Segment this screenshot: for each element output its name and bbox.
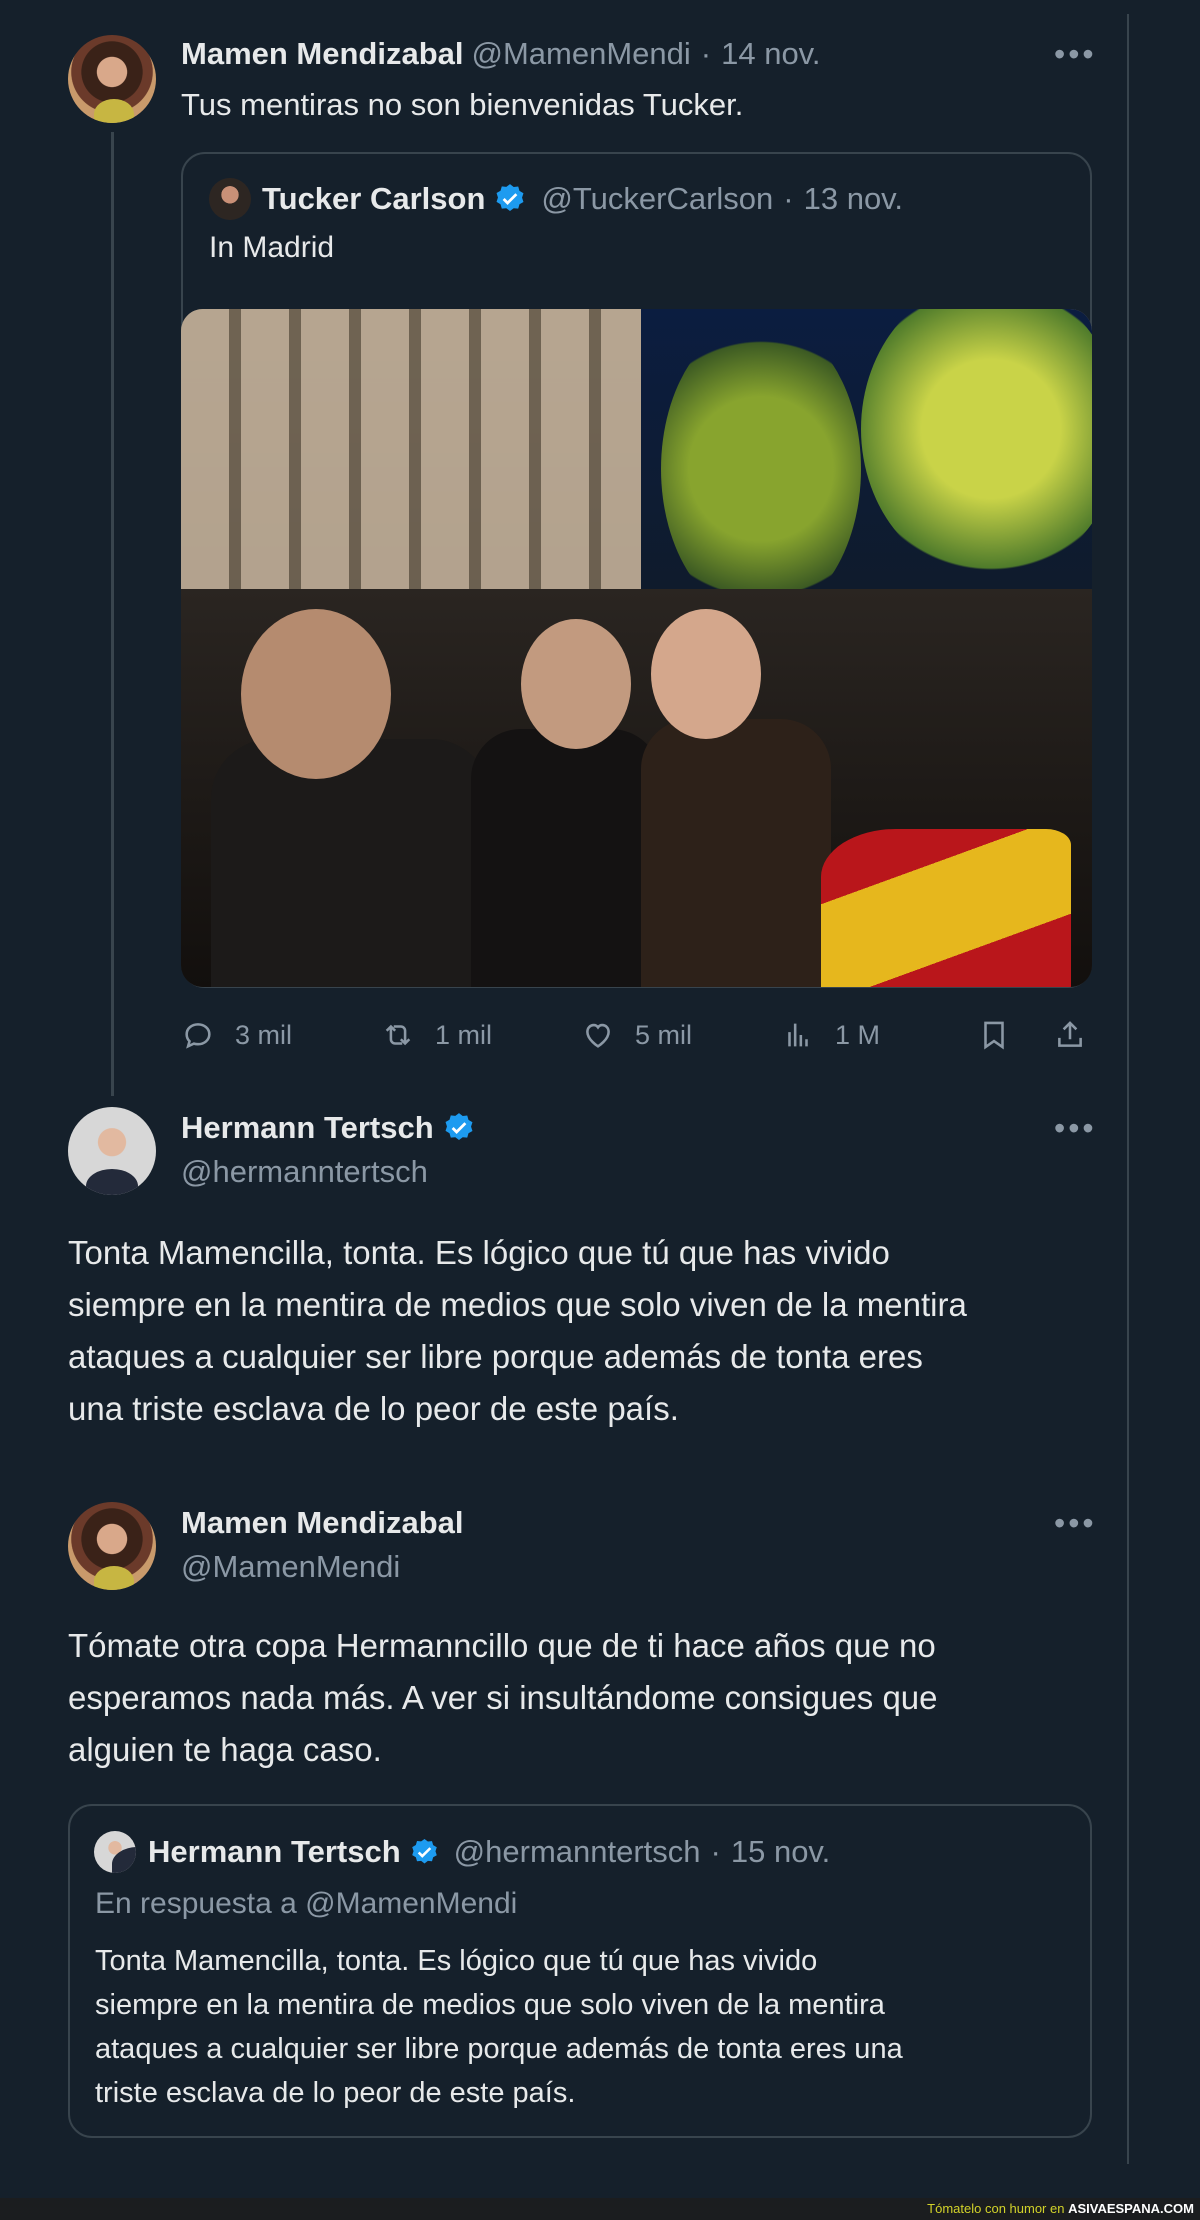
tweet-text: Tonta Mamencilla, tonta. Es lógico que t…: [68, 1227, 967, 1435]
quoted-tweet-header: Hermann Tertsch @hermanntertsch · 15 nov…: [148, 1834, 830, 1870]
author-name[interactable]: Mamen Mendizabal: [181, 36, 464, 72]
footer-site-link[interactable]: ASIVAESPANA.COM: [1068, 2201, 1194, 2216]
tweet-photo[interactable]: [181, 309, 1092, 987]
tweet-actions: 3 mil 1 mil 5 mil 1 M: [181, 1010, 1092, 1060]
tweet-date[interactable]: 14 nov.: [721, 36, 820, 72]
photo-person: [211, 739, 491, 987]
tweet-handle-line: @MamenMendi: [181, 1549, 400, 1585]
column-border: [1127, 14, 1129, 2164]
reply-count: 3 mil: [235, 1019, 293, 1050]
author-handle[interactable]: @MamenMendi: [181, 1549, 400, 1585]
verified-badge-icon: [445, 1113, 473, 1141]
quoted-text-line: ataques a cualquier ser libre porque ade…: [95, 2033, 903, 2065]
share-icon: [1058, 1021, 1082, 1047]
photo-face: [521, 619, 631, 749]
tweet-header: Mamen Mendizabal: [181, 1505, 464, 1541]
photo-face: [651, 609, 761, 739]
quoted-author-name[interactable]: Tucker Carlson: [262, 181, 485, 217]
repost-button[interactable]: 1 mil: [381, 1010, 492, 1060]
separator-dot: ·: [783, 181, 794, 216]
views-button[interactable]: 1 M: [781, 1010, 880, 1060]
author-name[interactable]: Hermann Tertsch: [181, 1110, 434, 1146]
tweet-header: Hermann Tertsch: [181, 1110, 476, 1146]
tweet-text-line: Tonta Mamencilla, tonta. Es lógico que t…: [68, 1234, 890, 1271]
quoted-tweet-date[interactable]: 13 nov.: [804, 181, 903, 217]
avatar-mamen-mendizabal[interactable]: [68, 35, 156, 123]
verified-badge-icon: [496, 184, 524, 212]
quoted-text-line: siempre en la mentira de medios que solo…: [95, 1989, 885, 2021]
reply-context[interactable]: En respuesta a @MamenMendi: [95, 1884, 517, 1924]
tweet-text-line: siempre en la mentira de medios que solo…: [68, 1286, 967, 1323]
quoted-text-line: Tonta Mamencilla, tonta. Es lógico que t…: [95, 1945, 818, 1977]
avatar-tucker-carlson[interactable]: [209, 178, 251, 220]
author-handle[interactable]: @MamenMendi: [472, 36, 691, 72]
repost-icon: [385, 1024, 411, 1046]
photo-spanish-flag: [821, 829, 1071, 987]
photo-person: [471, 729, 661, 987]
author-name[interactable]: Mamen Mendizabal: [181, 1505, 464, 1541]
tweet-text: Tus mentiras no son bienvenidas Tucker.: [181, 87, 744, 122]
verified-badge-icon: [411, 1838, 437, 1863]
quoted-tweet-header: Tucker Carlson @TuckerCarlson · 13 nov.: [262, 181, 903, 217]
views-chart-icon: [788, 1023, 808, 1047]
thread-connector-line: [111, 132, 114, 1096]
footer-bar: Tómatelo con humor en ASIVAESPANA.COM: [0, 2198, 1200, 2220]
avatar-hermann-tertsch[interactable]: [94, 1831, 136, 1873]
repost-count: 1 mil: [435, 1019, 493, 1050]
quoted-author-handle[interactable]: @TuckerCarlson: [541, 181, 773, 217]
bookmark-icon: [984, 1021, 1004, 1050]
author-handle[interactable]: @hermanntertsch: [181, 1154, 428, 1190]
tweet-text-line: alguien te haga caso.: [68, 1731, 382, 1768]
quoted-tweet-text: Tonta Mamencilla, tonta. Es lógico que t…: [95, 1939, 903, 2115]
tweet-text-line: ataques a cualquier ser libre porque ade…: [68, 1338, 923, 1375]
views-count: 1 M: [835, 1019, 881, 1050]
like-button[interactable]: 5 mil: [581, 1010, 692, 1060]
more-options-icon[interactable]: •••: [1054, 1505, 1097, 1542]
photo-face: [241, 609, 391, 779]
tweet-text-line: una triste esclava de lo peor de este pa…: [68, 1390, 679, 1427]
heart-icon: [586, 1023, 610, 1048]
separator-dot: ·: [710, 1834, 721, 1869]
like-count: 5 mil: [635, 1019, 693, 1050]
footer-watermark: Tómatelo con humor en ASIVAESPANA.COM: [927, 2201, 1194, 2216]
photo-building: [181, 309, 641, 619]
avatar-mamen-mendizabal[interactable]: [68, 1502, 156, 1590]
tweet-header: Mamen Mendizabal @MamenMendi · 14 nov.: [181, 36, 821, 72]
photo-tree: [661, 319, 861, 619]
more-options-icon[interactable]: •••: [1054, 36, 1097, 73]
tweet-text: Tómate otra copa Hermanncillo que de ti …: [68, 1620, 938, 1776]
separator-dot: ·: [700, 36, 712, 71]
bookmark-button[interactable]: [977, 1010, 1011, 1060]
quoted-author-name[interactable]: Hermann Tertsch: [148, 1834, 401, 1870]
quoted-text-line: triste esclava de lo peor de este país.: [95, 2077, 576, 2109]
footer-prefix: Tómatelo con humor en: [927, 2201, 1065, 2216]
tweet-handle-line: @hermanntertsch: [181, 1154, 428, 1190]
photo-person: [641, 719, 831, 987]
tweet-text-line: Tómate otra copa Hermanncillo que de ti …: [68, 1627, 936, 1664]
quoted-tweet-date[interactable]: 15 nov.: [731, 1834, 830, 1870]
more-options-icon[interactable]: •••: [1054, 1110, 1097, 1147]
quoted-tweet-text: In Madrid: [209, 231, 335, 264]
reply-button[interactable]: 3 mil: [181, 1010, 292, 1060]
avatar-hermann-tertsch[interactable]: [68, 1107, 156, 1195]
share-button[interactable]: [1053, 1010, 1087, 1060]
quoted-author-handle[interactable]: @hermanntertsch: [454, 1834, 701, 1870]
reply-icon: [185, 1023, 211, 1049]
tweet-text-line: esperamos nada más. A ver si insultándom…: [68, 1679, 938, 1716]
